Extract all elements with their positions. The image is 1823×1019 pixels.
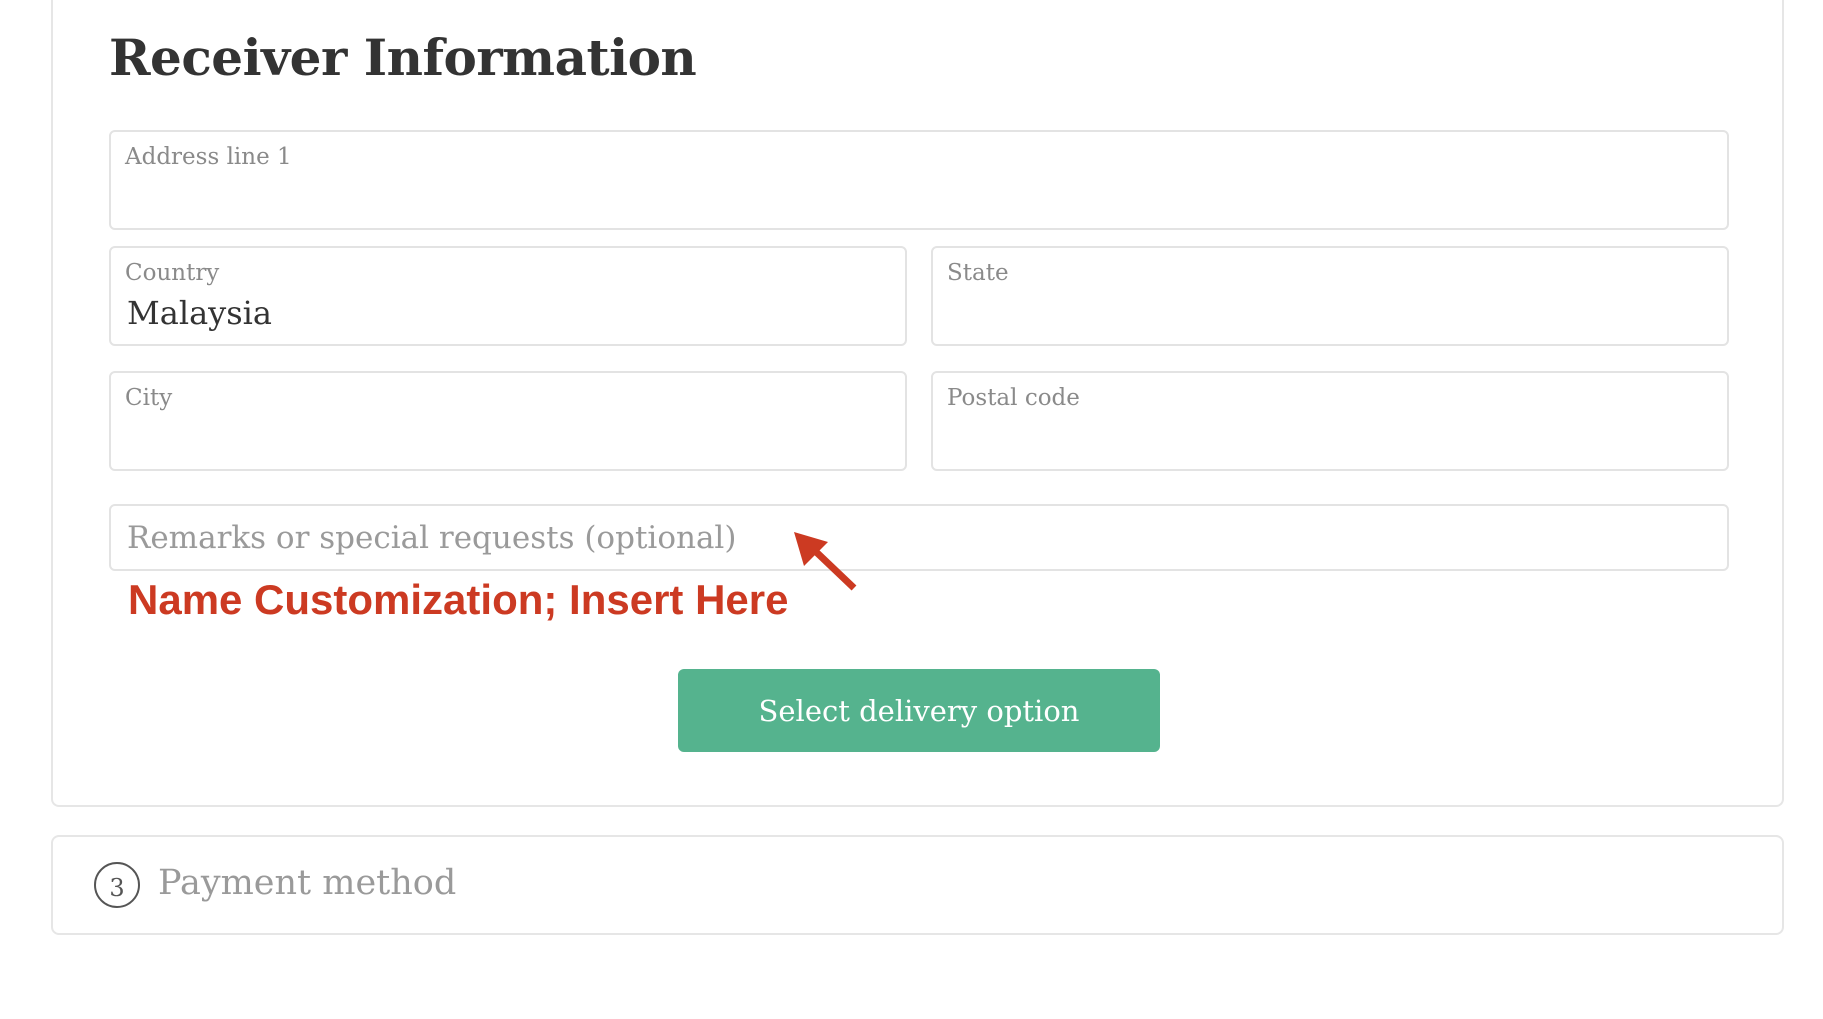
address-line1-field[interactable]: Address line 1 xyxy=(109,130,1729,230)
remarks-input[interactable] xyxy=(111,506,1727,569)
select-delivery-option-button[interactable]: Select delivery option xyxy=(678,669,1160,752)
country-field[interactable]: Country Malaysia xyxy=(109,246,907,346)
address-line1-label: Address line 1 xyxy=(125,144,292,170)
payment-method-step[interactable]: 3 Payment method xyxy=(51,835,1784,935)
section-title: Receiver Information xyxy=(109,28,697,87)
state-label: State xyxy=(947,260,1009,286)
postal-code-field[interactable]: Postal code xyxy=(931,371,1729,471)
city-field[interactable]: City xyxy=(109,371,907,471)
arrow-up-left-icon xyxy=(794,532,857,591)
remarks-field xyxy=(109,504,1729,571)
postal-code-label: Postal code xyxy=(947,385,1080,411)
state-field[interactable]: State xyxy=(931,246,1729,346)
step-number-badge: 3 xyxy=(94,862,140,908)
city-label: City xyxy=(125,385,173,411)
payment-method-label: Payment method xyxy=(158,863,457,903)
country-value: Malaysia xyxy=(127,294,272,332)
annotation-text: Name Customization; Insert Here xyxy=(128,576,789,623)
country-label: Country xyxy=(125,260,220,286)
